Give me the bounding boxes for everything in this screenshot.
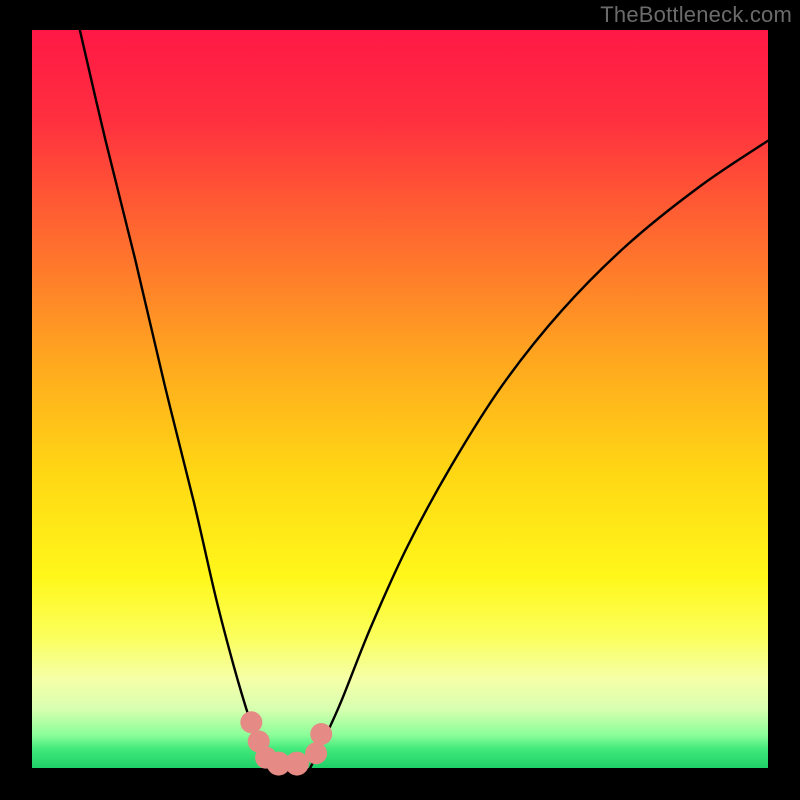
- marker-dot: [310, 723, 332, 745]
- bottleneck-chart: [0, 0, 800, 800]
- watermark-text: TheBottleneck.com: [600, 2, 792, 28]
- plot-background: [32, 30, 768, 768]
- marker-dot: [240, 711, 262, 733]
- marker-dot: [305, 742, 327, 764]
- chart-frame: TheBottleneck.com: [0, 0, 800, 800]
